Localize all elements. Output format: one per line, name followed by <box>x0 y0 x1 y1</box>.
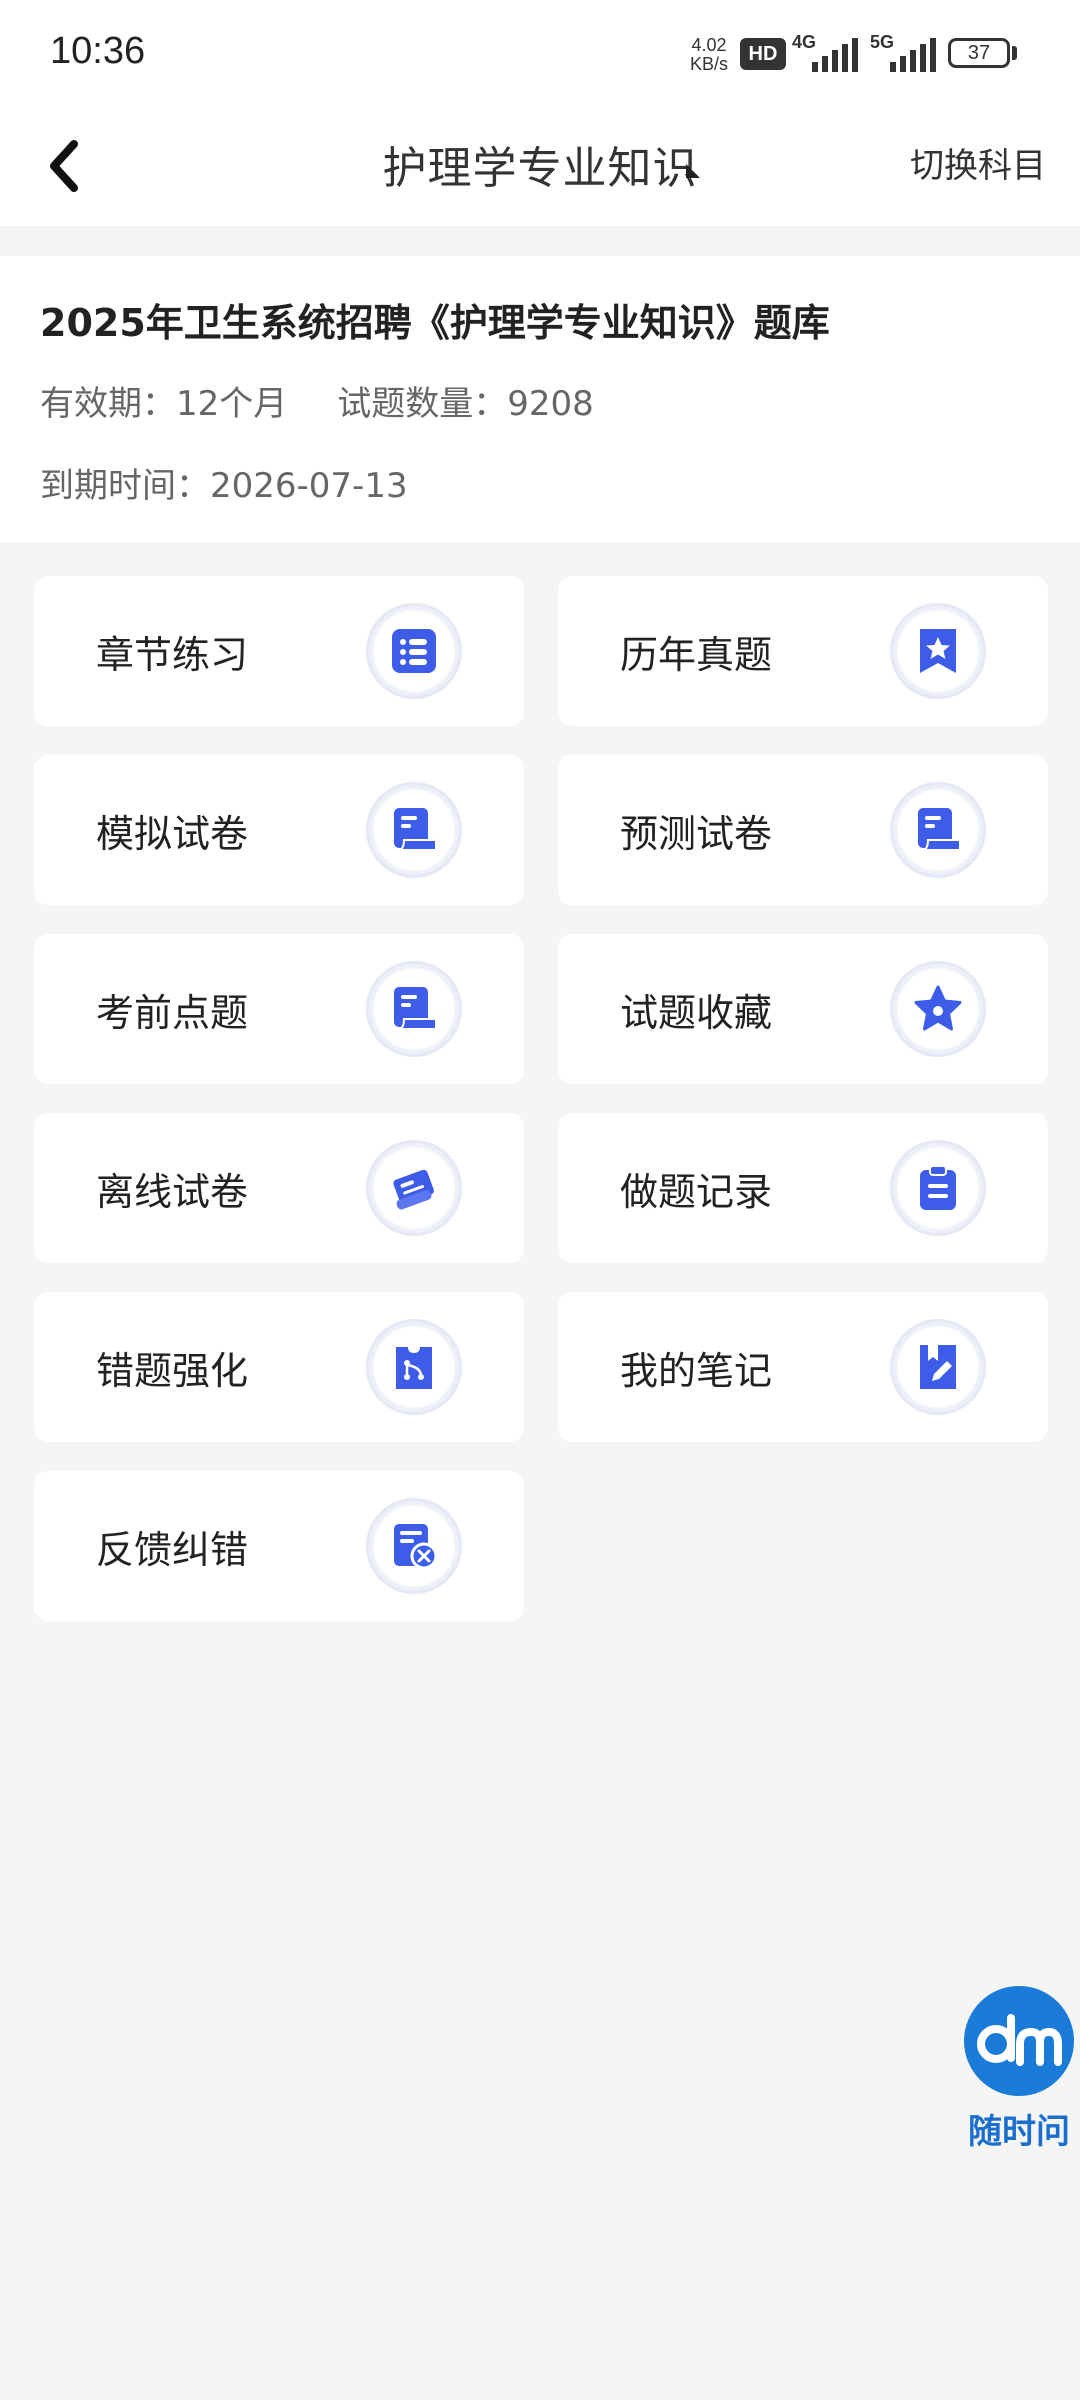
scroll-paper-icon <box>890 782 986 878</box>
menu-mock-paper[interactable]: 模拟试卷 <box>34 755 524 905</box>
menu-wrong-questions[interactable]: 错题强化 <box>34 1292 524 1442</box>
hd-badge: HD <box>740 38 786 70</box>
menu-predicted-paper[interactable]: 预测试卷 <box>558 755 1048 905</box>
menu-label: 离线试卷 <box>96 1170 249 1214</box>
status-bar: 10:36 4.02 KB/s HD 4G 5G 37 <box>0 0 1080 108</box>
nav-bar: 护理学专业知识 切换科目 <box>0 108 1080 226</box>
menu-favorites[interactable]: 试题收藏 <box>558 934 1048 1084</box>
menu-label: 章节练习 <box>96 633 249 677</box>
offline-paper-icon <box>366 1140 462 1236</box>
menu-feedback[interactable]: 反馈纠错 <box>34 1471 524 1621</box>
menu-label: 做题记录 <box>620 1170 773 1214</box>
list-icon <box>366 603 462 699</box>
menu-practice-record[interactable]: 做题记录 <box>558 1113 1048 1263</box>
menu-label: 反馈纠错 <box>96 1528 249 1572</box>
menu-label: 我的笔记 <box>620 1349 773 1393</box>
scroll-paper-icon <box>366 961 462 1057</box>
clipboard-icon <box>890 1140 986 1236</box>
menu-past-exams[interactable]: 历年真题 <box>558 576 1048 726</box>
feedback-error-icon <box>366 1498 462 1594</box>
dm-logo-icon <box>977 2014 1062 2066</box>
status-time: 10:36 <box>50 30 146 72</box>
menu-label: 历年真题 <box>620 633 773 677</box>
signal-5g-icon <box>890 38 936 72</box>
ask-anytime-label[interactable]: 随时问 <box>956 2104 1080 2153</box>
scroll-paper-icon <box>366 782 462 878</box>
menu-my-notes[interactable]: 我的笔记 <box>558 1292 1048 1442</box>
menu-pre-exam-tips[interactable]: 考前点题 <box>34 934 524 1084</box>
menu-label: 试题收藏 <box>620 991 773 1035</box>
menu-label: 错题强化 <box>96 1349 249 1393</box>
signal-4g-icon <box>812 38 858 72</box>
note-pencil-icon <box>890 1319 986 1415</box>
menu-offline-paper[interactable]: 离线试卷 <box>34 1113 524 1263</box>
battery-tip <box>1012 46 1017 60</box>
battery-indicator: 37 <box>948 38 1010 68</box>
bank-title: 2025年卫生系统招聘《护理学专业知识》题库 <box>40 301 830 345</box>
validity-text: 有效期：12个月 <box>40 384 288 424</box>
star-icon <box>890 961 986 1057</box>
menu-chapter-practice[interactable]: 章节练习 <box>34 576 524 726</box>
bank-info-card: 2025年卫生系统招聘《护理学专业知识》题库 有效期：12个月 试题数量：9208… <box>0 256 1080 542</box>
expiry-text: 到期时间：2026-07-13 <box>40 466 408 506</box>
caret-icon <box>686 164 700 178</box>
validity-row: 有效期：12个月 试题数量：9208 <box>40 376 594 425</box>
switch-subject-button[interactable]: 切换科目 <box>910 138 1046 187</box>
menu-label: 模拟试卷 <box>96 812 249 856</box>
menu-label: 考前点题 <box>96 991 249 1035</box>
question-count-text: 试题数量：9208 <box>337 384 594 424</box>
bookmark-star-icon <box>890 603 986 699</box>
ask-anytime-button[interactable] <box>964 1986 1074 2096</box>
wrong-question-icon <box>366 1319 462 1415</box>
menu-label: 预测试卷 <box>620 812 773 856</box>
network-speed: 4.02 KB/s <box>689 35 728 74</box>
